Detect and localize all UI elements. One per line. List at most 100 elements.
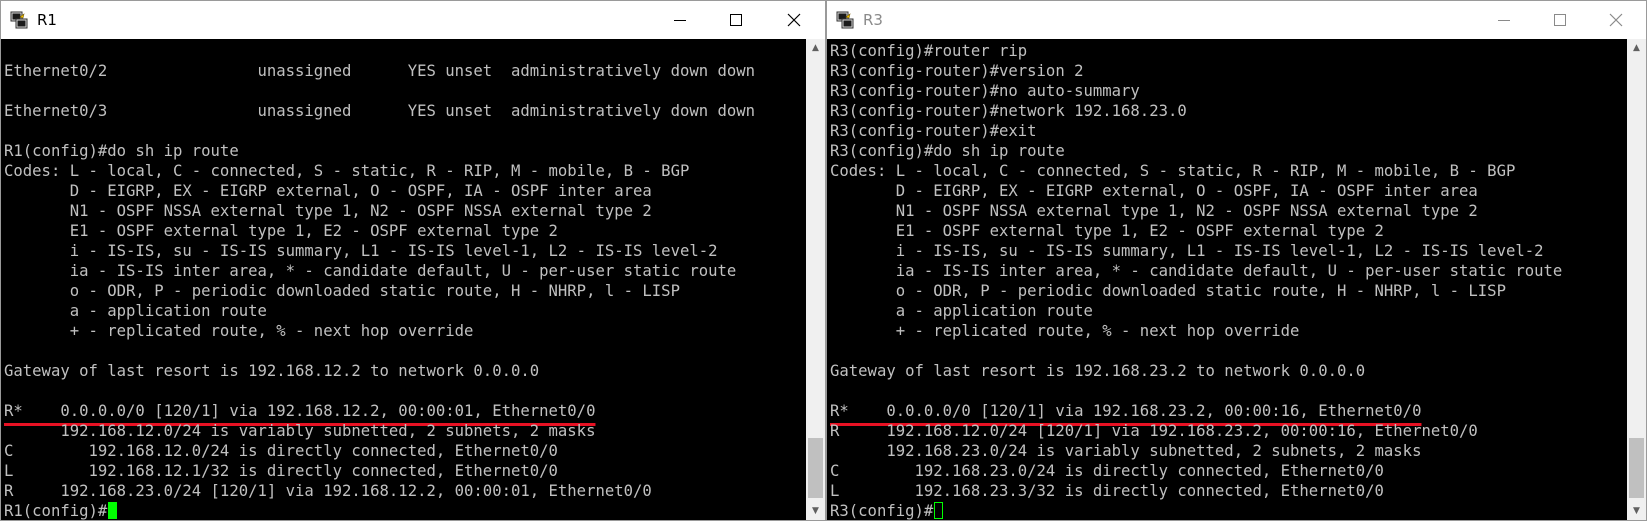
terminal-output[interactable]: Ethernet0/2 unassigned YES unset adminis… bbox=[1, 39, 806, 520]
terminal-line-text: R3(config-router)#no auto-summary bbox=[830, 82, 1140, 100]
terminal-line: 192.168.23.0/24 is variably subnetted, 2… bbox=[830, 441, 1562, 461]
terminal-line-text: D - EIGRP, EX - EIGRP external, O - OSPF… bbox=[830, 182, 1478, 200]
highlighted-default-route: R* 0.0.0.0/0 [120/1] via 192.168.23.2, 0… bbox=[830, 402, 1422, 420]
terminal-line: R3(config-router)#no auto-summary bbox=[830, 81, 1562, 101]
terminal-window-r3[interactable]: R3 R3(config)#router rip R3(config-router… bbox=[826, 0, 1647, 521]
terminal-line-text: R3(config-router)#network 192.168.23.0 bbox=[830, 102, 1187, 120]
terminal-line: D - EIGRP, EX - EIGRP external, O - OSPF… bbox=[4, 181, 755, 201]
terminal-line-text: R3(config)#router rip bbox=[830, 42, 1028, 60]
terminal-line-text: C 192.168.23.0/24 is directly connected,… bbox=[830, 462, 1384, 480]
terminal-line: R3(config-router)#exit bbox=[830, 121, 1562, 141]
minimize-icon bbox=[1498, 20, 1510, 21]
terminal-line: C 192.168.23.0/24 is directly connected,… bbox=[830, 461, 1562, 481]
terminal-line: L 192.168.12.1/32 is directly connected,… bbox=[4, 461, 755, 481]
title-bar[interactable]: R3 bbox=[827, 1, 1646, 39]
terminal-line-text: Gateway of last resort is 192.168.23.2 t… bbox=[830, 362, 1366, 380]
putty-terminal-icon bbox=[836, 11, 854, 29]
terminal-line-text: Codes: L - local, C - connected, S - sta… bbox=[4, 162, 690, 180]
close-button[interactable] bbox=[1593, 1, 1639, 39]
terminal-line: Ethernet0/2 unassigned YES unset adminis… bbox=[4, 61, 755, 81]
terminal-line-text: + - replicated route, % - next hop overr… bbox=[830, 322, 1300, 340]
terminal-line: R3(config)# bbox=[830, 501, 1562, 520]
terminal-line: R1(config)# bbox=[4, 501, 755, 520]
terminal-line: ia - IS-IS inter area, * - candidate def… bbox=[830, 261, 1563, 281]
text-cursor bbox=[108, 502, 118, 519]
minimize-button[interactable] bbox=[1481, 1, 1527, 39]
terminal-line-text: i - IS-IS, su - IS-IS summary, L1 - IS-I… bbox=[4, 242, 718, 260]
terminal-line: Codes: L - local, C - connected, S - sta… bbox=[830, 161, 1562, 181]
maximize-button[interactable] bbox=[713, 1, 759, 39]
window-title: R3 bbox=[863, 11, 883, 29]
terminal-line-text: a - application route bbox=[4, 302, 267, 320]
maximize-icon bbox=[730, 14, 742, 26]
terminal-line: R 192.168.12.0/24 [120/1] via 192.168.23… bbox=[830, 421, 1562, 441]
terminal-line: R3(config-router)#network 192.168.23.0 bbox=[830, 101, 1562, 121]
text-cursor bbox=[934, 502, 944, 519]
minimize-button[interactable] bbox=[657, 1, 703, 39]
terminal-line: Codes: L - local, C - connected, S - sta… bbox=[4, 161, 755, 181]
terminal-line: R3(config-router)#version 2 bbox=[830, 61, 1562, 81]
command-prompt: R1(config)# bbox=[4, 502, 108, 520]
terminal-line-text: R1(config)#do sh ip route bbox=[4, 142, 239, 160]
putty-terminal-icon bbox=[10, 11, 28, 29]
terminal-line: ia - IS-IS inter area, * - candidate def… bbox=[4, 261, 755, 281]
terminal-lines: Ethernet0/2 unassigned YES unset adminis… bbox=[4, 41, 755, 520]
terminal-line-text: Ethernet0/3 unassigned YES unset adminis… bbox=[4, 102, 756, 120]
terminal-line: i - IS-IS, su - IS-IS summary, L1 - IS-I… bbox=[4, 241, 755, 261]
terminal-line: C 192.168.12.0/24 is directly connected,… bbox=[4, 441, 755, 461]
terminal-line-text: Codes: L - local, C - connected, S - sta… bbox=[830, 162, 1516, 180]
scroll-up-arrow-icon[interactable]: ▲ bbox=[806, 39, 825, 57]
maximize-button[interactable] bbox=[1537, 1, 1583, 39]
terminal-line: R3(config)#router rip bbox=[830, 41, 1562, 61]
terminal-line: a - application route bbox=[4, 301, 755, 321]
terminal-line-text: L 192.168.23.3/32 is directly connected,… bbox=[830, 482, 1384, 500]
terminal-line-text: 192.168.12.0/24 is variably subnetted, 2… bbox=[4, 422, 596, 440]
terminal-line-text: 192.168.23.0/24 is variably subnetted, 2… bbox=[830, 442, 1422, 460]
title-bar[interactable]: R1 bbox=[1, 1, 825, 39]
scroll-down-arrow-icon[interactable]: ▼ bbox=[806, 502, 825, 520]
terminal-line: + - replicated route, % - next hop overr… bbox=[4, 321, 755, 341]
terminal-lines: R3(config)#router rip R3(config-router)#v… bbox=[830, 41, 1562, 520]
terminal-line: L 192.168.23.3/32 is directly connected,… bbox=[830, 481, 1562, 501]
terminal-line-text: a - application route bbox=[830, 302, 1093, 320]
terminal-line: N1 - OSPF NSSA external type 1, N2 - OSP… bbox=[830, 201, 1562, 221]
terminal-line-text: Ethernet0/2 unassigned YES unset adminis… bbox=[4, 62, 756, 80]
terminal-line: N1 - OSPF NSSA external type 1, N2 - OSP… bbox=[4, 201, 755, 221]
terminal-line-text: R3(config-router)#version 2 bbox=[830, 62, 1084, 80]
terminal-line: R 192.168.23.0/24 [120/1] via 192.168.12… bbox=[4, 481, 755, 501]
close-icon bbox=[787, 13, 801, 27]
highlighted-default-route: R* 0.0.0.0/0 [120/1] via 192.168.12.2, 0… bbox=[4, 402, 596, 420]
terminal-line: + - replicated route, % - next hop overr… bbox=[830, 321, 1562, 341]
scroll-down-arrow-icon[interactable]: ▼ bbox=[1627, 502, 1646, 520]
scroll-up-arrow-icon[interactable]: ▲ bbox=[1627, 39, 1646, 57]
terminal-line: i - IS-IS, su - IS-IS summary, L1 - IS-I… bbox=[830, 241, 1562, 261]
terminal-line: E1 - OSPF external type 1, E2 - OSPF ext… bbox=[4, 221, 755, 241]
vertical-scrollbar[interactable]: ▲ ▼ bbox=[806, 39, 825, 520]
close-button[interactable] bbox=[771, 1, 817, 39]
terminal-line: Gateway of last resort is 192.168.12.2 t… bbox=[4, 361, 755, 381]
terminal-line-text: R3(config)#do sh ip route bbox=[830, 142, 1065, 160]
terminal-window-r1[interactable]: R1 Ethernet0/2 unassigned YES unset admi… bbox=[0, 0, 826, 521]
terminal-line-text: Gateway of last resort is 192.168.12.2 t… bbox=[4, 362, 540, 380]
terminal-line-text: R 192.168.23.0/24 [120/1] via 192.168.12… bbox=[4, 482, 652, 500]
terminal-line: Ethernet0/3 unassigned YES unset adminis… bbox=[4, 101, 755, 121]
terminal-line-text: N1 - OSPF NSSA external type 1, N2 - OSP… bbox=[830, 202, 1478, 220]
terminal-line: R1(config)#do sh ip route bbox=[4, 141, 755, 161]
terminal-output[interactable]: R3(config)#router rip R3(config-router)#v… bbox=[827, 39, 1627, 520]
minimize-icon bbox=[674, 20, 686, 21]
terminal-line-text: E1 - OSPF external type 1, E2 - OSPF ext… bbox=[830, 222, 1384, 240]
window-title: R1 bbox=[37, 11, 57, 29]
scrollbar-thumb[interactable] bbox=[808, 438, 823, 498]
terminal-line: D - EIGRP, EX - EIGRP external, O - OSPF… bbox=[830, 181, 1562, 201]
close-icon bbox=[1609, 13, 1623, 27]
vertical-scrollbar[interactable]: ▲ ▼ bbox=[1627, 39, 1646, 520]
terminal-line: E1 - OSPF external type 1, E2 - OSPF ext… bbox=[830, 221, 1562, 241]
terminal-line: R* 0.0.0.0/0 [120/1] via 192.168.12.2, 0… bbox=[4, 401, 755, 421]
scrollbar-thumb[interactable] bbox=[1629, 438, 1644, 498]
terminal-line-text: L 192.168.12.1/32 is directly connected,… bbox=[4, 462, 558, 480]
